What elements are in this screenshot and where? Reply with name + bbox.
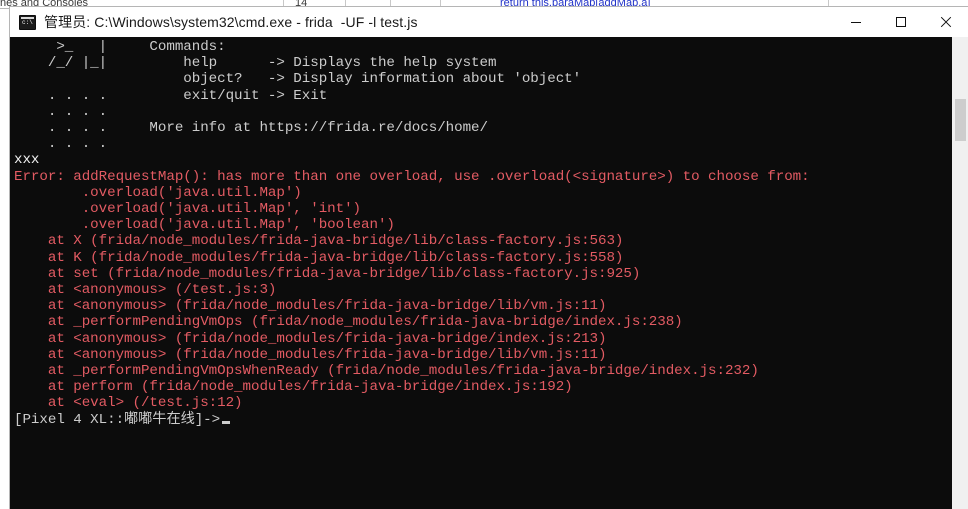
cmd-window: 管理员: C:\Windows\system32\cmd.exe - frida… [9, 6, 968, 509]
screen: nes and Consoles 14 return this.paraMap[… [0, 0, 968, 509]
window-title: 管理员: C:\Windows\system32\cmd.exe - frida… [44, 14, 418, 30]
terminal-line: . . . . [14, 103, 108, 120]
terminal-cursor [222, 420, 231, 424]
terminal-line: .overload('java.util.Map') [14, 184, 302, 201]
scrollbar-thumb[interactable] [955, 99, 966, 141]
terminal-prompt-line[interactable]: [Pixel 4 XL::嘟嘟牛在线]-> [14, 412, 951, 428]
terminal-line: /_/ |_| help -> Displays the help system [14, 55, 497, 72]
terminal-scrollbar[interactable] [951, 37, 968, 509]
terminal-line: at X (frida/node_modules/frida-java-brid… [14, 233, 624, 250]
terminal-line: at set (frida/node_modules/frida-java-br… [14, 265, 641, 282]
minimize-button[interactable] [833, 7, 878, 37]
terminal-line: at <anonymous> (/test.js:3) [14, 282, 277, 299]
terminal-line: . . . . exit/quit -> Exit [14, 87, 328, 104]
terminal-output: >_ | Commands: /_/ |_| help -> Displays … [10, 37, 951, 509]
terminal-line: at _performPendingVmOpsWhenReady (frida/… [14, 363, 759, 380]
terminal-line: at _performPendingVmOps (frida/node_modu… [14, 314, 683, 331]
maximize-button[interactable] [878, 7, 923, 37]
terminal-line: at <anonymous> (frida/node_modules/frida… [14, 346, 607, 363]
terminal-line: object? -> Display information about 'ob… [14, 71, 582, 88]
cmd-console-icon [19, 14, 36, 30]
terminal-line: at <anonymous> (frida/node_modules/frida… [14, 298, 607, 315]
terminal-line: >_ | Commands: [14, 39, 226, 55]
terminal-line: .overload('java.util.Map', 'boolean') [14, 217, 395, 234]
terminal-area[interactable]: >_ | Commands: /_/ |_| help -> Displays … [10, 37, 968, 509]
terminal-line: . . . . [14, 136, 108, 153]
terminal-line: . . . . More info at https://frida.re/do… [14, 120, 488, 137]
terminal-prompt: [Pixel 4 XL::嘟嘟牛在线]-> [14, 411, 221, 428]
window-titlebar[interactable]: 管理员: C:\Windows\system32\cmd.exe - frida… [10, 7, 968, 37]
close-button[interactable] [923, 7, 968, 37]
terminal-line: at <eval> (/test.js:12) [14, 395, 243, 412]
terminal-line: .overload('java.util.Map', 'int') [14, 201, 362, 218]
terminal-line: xxx [14, 152, 40, 169]
terminal-line: Error: addRequestMap(): has more than on… [14, 168, 810, 185]
terminal-line: at <anonymous> (frida/node_modules/frida… [14, 330, 607, 347]
terminal-line: at perform (frida/node_modules/frida-jav… [14, 379, 573, 396]
terminal-line: at K (frida/node_modules/frida-java-brid… [14, 249, 624, 266]
window-controls [833, 7, 968, 37]
